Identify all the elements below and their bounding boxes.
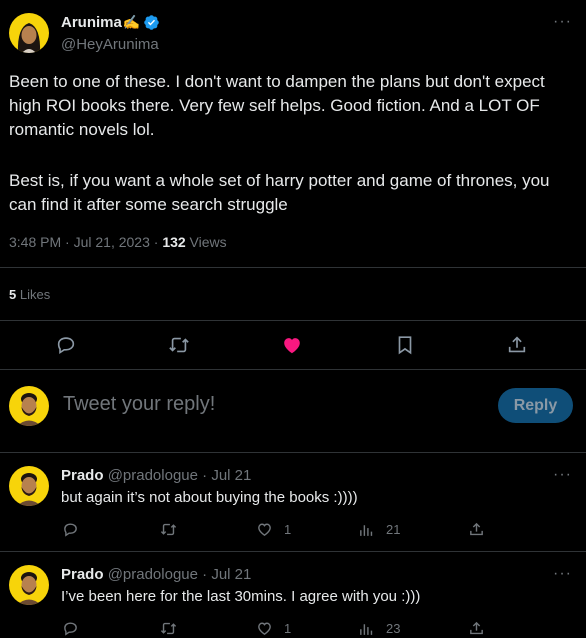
reply-author-name[interactable]: Prado <box>61 566 104 583</box>
author-avatar[interactable] <box>9 13 49 53</box>
views-label: Views <box>185 234 227 250</box>
reply-date[interactable]: Jul 21 <box>211 566 251 583</box>
retweet-icon[interactable] <box>159 619 177 637</box>
reply-view-count: 23 <box>386 621 401 636</box>
verified-badge-icon <box>143 14 160 31</box>
tweet-text-paragraph-2: Best is, if you want a whole set of harr… <box>9 171 550 214</box>
reply-avatar[interactable] <box>9 466 49 506</box>
views-count: 132 <box>162 234 186 250</box>
more-icon[interactable]: ··· <box>553 467 572 483</box>
reply-author-handle[interactable]: @pradologue <box>108 566 198 583</box>
author-handle[interactable]: @HeyArunima <box>61 36 159 53</box>
reply-separator: · <box>197 467 212 484</box>
reply-separator: · <box>197 566 212 583</box>
like-icon[interactable] <box>255 520 273 538</box>
retweet-icon[interactable] <box>159 520 177 538</box>
author-emoji: ✍️ <box>122 14 141 30</box>
views-icon[interactable] <box>357 619 375 637</box>
reply-header: Prado @pradologue · Jul 21 <box>61 566 251 583</box>
reply-date[interactable]: Jul 21 <box>211 467 251 484</box>
reply-like-count: 1 <box>284 522 292 537</box>
user-avatar[interactable] <box>9 386 49 426</box>
more-icon[interactable]: ··· <box>553 566 572 582</box>
more-icon[interactable]: ··· <box>553 14 572 30</box>
divider <box>0 267 586 268</box>
share-icon[interactable] <box>467 619 485 637</box>
likes-stat[interactable]: 5 Likes <box>9 287 50 302</box>
reply-input[interactable]: Tweet your reply! <box>63 393 215 416</box>
like-icon[interactable] <box>280 333 304 357</box>
tweet-meta: 3:48 PM · Jul 21, 2023 · 132 Views <box>9 234 227 250</box>
reply-author-handle[interactable]: @pradologue <box>108 467 198 484</box>
reply-icon[interactable] <box>54 333 78 357</box>
bookmark-icon[interactable] <box>393 333 417 357</box>
reply-view-count: 21 <box>386 522 401 537</box>
share-icon[interactable] <box>505 333 529 357</box>
author-name-row: Arunima ✍️ <box>61 14 160 31</box>
share-icon[interactable] <box>467 520 485 538</box>
tweet-timestamp[interactable]: 3:48 PM · Jul 21, 2023 · <box>9 234 162 250</box>
reply-author-name[interactable]: Prado <box>61 467 104 484</box>
retweet-icon[interactable] <box>167 333 191 357</box>
reply-text: but again it’s not about buying the book… <box>61 489 358 506</box>
reply-button[interactable]: Reply <box>498 388 573 423</box>
like-icon[interactable] <box>255 619 273 637</box>
reply-header: Prado @pradologue · Jul 21 <box>61 467 251 484</box>
reply-icon[interactable] <box>61 520 79 538</box>
views-icon[interactable] <box>357 520 375 538</box>
divider <box>0 551 586 552</box>
reply-avatar[interactable] <box>9 565 49 605</box>
reply-icon[interactable] <box>61 619 79 637</box>
divider <box>0 452 586 453</box>
tweet-text-paragraph-1: Been to one of these. I don't want to da… <box>9 72 545 139</box>
reply-like-count: 1 <box>284 621 292 636</box>
divider <box>0 369 586 370</box>
divider <box>0 320 586 321</box>
reply-text: I’ve been here for the last 30mins. I ag… <box>61 588 421 605</box>
likes-label: Likes <box>16 287 51 302</box>
author-name[interactable]: Arunima <box>61 14 122 31</box>
